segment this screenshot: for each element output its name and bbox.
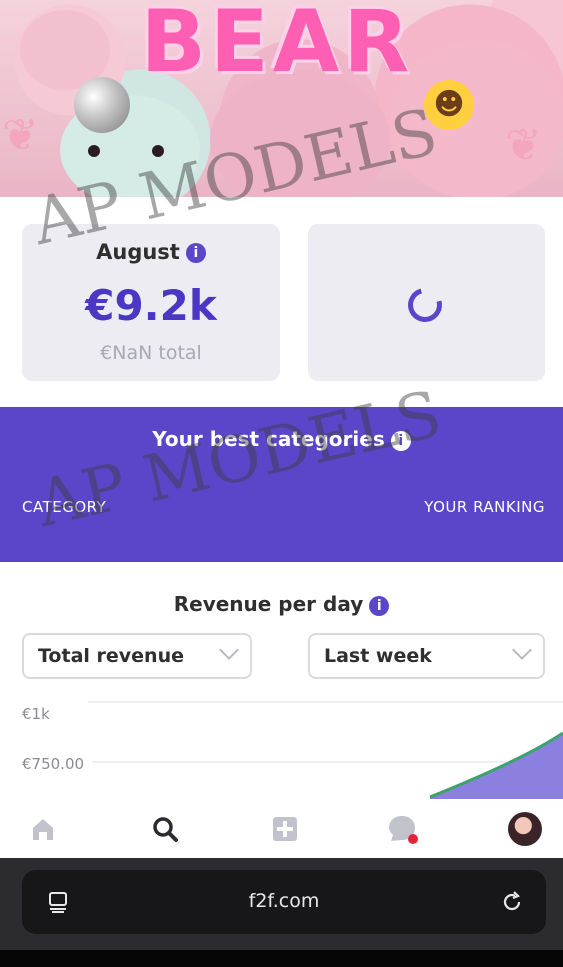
best-categories-panel: Your best categories i CATEGORY YOUR RANK… (0, 407, 563, 562)
tab-search[interactable] (142, 806, 188, 852)
earnings-total: €NaN total (100, 342, 202, 364)
reload-icon[interactable] (500, 890, 524, 914)
loading-card (308, 224, 545, 381)
url-text: f2f.com (248, 890, 320, 912)
y-tick-label: €750.00 (22, 755, 84, 773)
tab-home[interactable] (20, 806, 66, 852)
tab-messages[interactable] (380, 806, 426, 852)
avatar (508, 812, 542, 846)
revenue-title: Revenue per day i (0, 592, 563, 616)
banner-title: BEAR (140, 0, 414, 92)
bow-icon: ❦ (2, 110, 39, 161)
earnings-amount: €9.2k (85, 281, 217, 330)
spinner-icon (401, 281, 449, 329)
period-select[interactable]: Last week (308, 633, 545, 679)
monthly-earnings-card[interactable]: August i €9.2k €NaN total (22, 224, 280, 381)
month-label: August (96, 240, 180, 264)
month-row: August i (22, 240, 280, 264)
chevron-down-icon (219, 640, 239, 660)
system-home-bar (0, 950, 563, 967)
info-icon[interactable]: i (390, 430, 411, 451)
column-header-category: CATEGORY (22, 498, 107, 516)
info-icon[interactable]: i (369, 595, 390, 616)
chevron-down-icon (512, 640, 532, 660)
chat-icon (389, 816, 418, 844)
search-icon (153, 817, 178, 842)
plus-square-icon (273, 817, 297, 841)
address-bar[interactable]: f2f.com (22, 870, 546, 934)
browser-bar: f2f.com (0, 858, 563, 967)
revenue-chart: €1k €750.00 (0, 697, 563, 799)
info-icon[interactable]: i (185, 243, 206, 263)
bottom-tab-bar (0, 800, 563, 858)
tab-profile[interactable] (502, 806, 548, 852)
header-banner: ❦ ❦ ☻ BEAR (0, 0, 563, 197)
tab-create[interactable] (262, 806, 308, 852)
bow-icon: ❦ (505, 120, 542, 171)
home-icon (33, 819, 53, 840)
best-categories-title: Your best categories i (0, 427, 563, 451)
metric-select[interactable]: Total revenue (22, 633, 252, 679)
revenue-chart-svg: €1k €750.00 (22, 701, 563, 799)
column-header-ranking: YOUR RANKING (424, 498, 545, 516)
y-tick-label: €1k (22, 705, 50, 723)
